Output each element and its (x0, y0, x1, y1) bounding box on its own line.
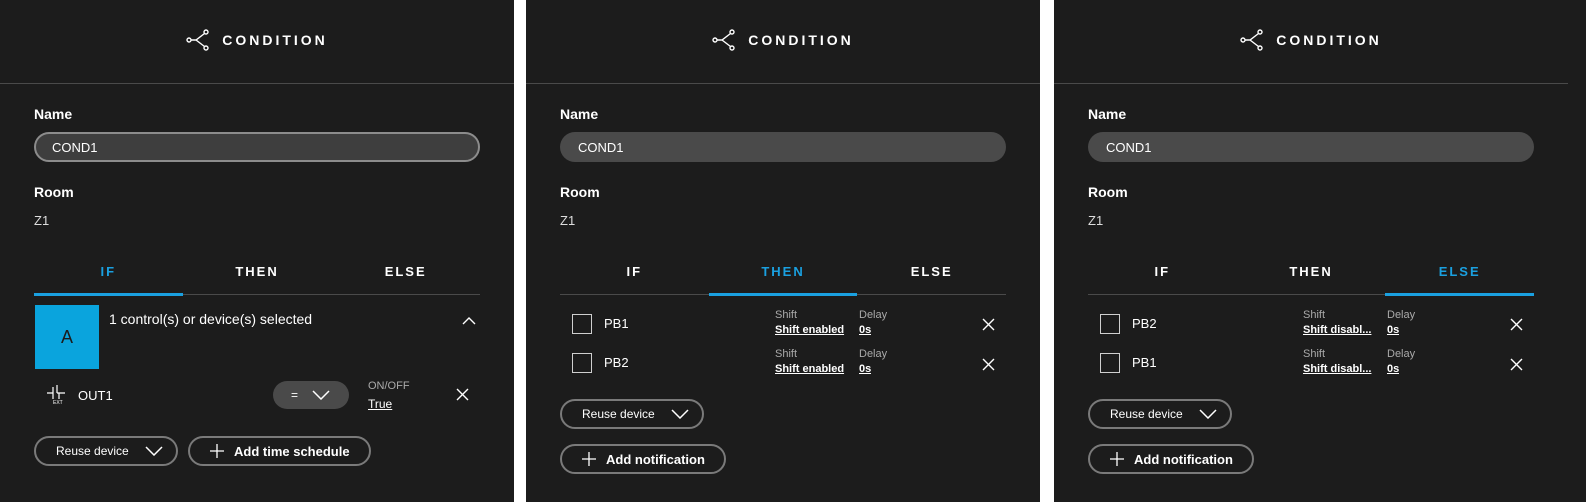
delay-label: Delay (1387, 348, 1416, 360)
row-checkbox[interactable] (572, 353, 592, 373)
shift-value-link[interactable]: Shift enabled (775, 363, 851, 375)
operator-value: = (291, 388, 299, 402)
tab-then[interactable]: THEN (1237, 260, 1386, 294)
shift-label: Shift (775, 309, 798, 321)
panel-title: CONDITION (748, 32, 854, 48)
reuse-device-button[interactable]: Reuse device (1088, 399, 1232, 429)
room-label: Room (34, 184, 74, 200)
room-value: Z1 (1088, 213, 1104, 228)
device-tile[interactable]: A (35, 305, 99, 369)
condition-branch-icon (1240, 29, 1263, 51)
room-value: Z1 (34, 213, 50, 228)
add-notification-button[interactable]: Add notification (560, 444, 726, 474)
shift-value-link[interactable]: Shift disabl... (1303, 363, 1373, 375)
condition-tabs: IF THEN ELSE (1088, 260, 1534, 296)
shift-label: Shift (1303, 348, 1326, 360)
row-device-name: PB1 (604, 316, 629, 331)
reuse-device-button[interactable]: Reuse device (34, 436, 178, 466)
delay-value-link[interactable]: 0s (1387, 363, 1399, 375)
room-label: Room (1088, 184, 1128, 200)
panel-title: CONDITION (1276, 32, 1382, 48)
chevron-down-icon (312, 390, 330, 400)
operator-select[interactable]: = (273, 381, 349, 409)
condition-branch-icon (712, 29, 735, 51)
name-label: Name (34, 106, 73, 122)
room-value: Z1 (560, 213, 576, 228)
row-device-name: PB2 (1132, 316, 1157, 331)
tab-else[interactable]: ELSE (857, 260, 1006, 294)
tab-else[interactable]: ELSE (331, 260, 480, 294)
shift-value-link[interactable]: Shift enabled (775, 324, 851, 336)
delay-label: Delay (1387, 309, 1416, 321)
delay-label: Delay (859, 309, 888, 321)
condition-tabs: IF THEN ELSE (34, 260, 480, 296)
output-device-icon: EXT (47, 385, 65, 405)
shift-value-link[interactable]: Shift disabl... (1303, 324, 1373, 336)
svg-text:EXT: EXT (53, 400, 63, 405)
condition-tabs: IF THEN ELSE (560, 260, 1006, 296)
add-notification-button[interactable]: Add notification (1088, 444, 1254, 474)
delay-value-link[interactable]: 0s (1387, 324, 1399, 336)
chevron-up-icon[interactable] (462, 316, 476, 326)
chevron-down-icon (145, 446, 163, 456)
panel-header: CONDITION (1054, 0, 1568, 84)
shift-label: Shift (775, 348, 798, 360)
delay-label: Delay (859, 348, 888, 360)
delay-value-link[interactable]: 0s (859, 363, 871, 375)
room-label: Room (560, 184, 600, 200)
row-device-name: PB1 (1132, 355, 1157, 370)
row-checkbox[interactable] (572, 314, 592, 334)
device-name: OUT1 (78, 388, 113, 403)
panel-title: CONDITION (222, 32, 328, 48)
selection-text: 1 control(s) or device(s) selected (109, 311, 313, 327)
condition-branch-icon (186, 29, 209, 51)
delay-value-link[interactable]: 0s (859, 324, 871, 336)
tab-then[interactable]: THEN (183, 260, 332, 294)
row-checkbox[interactable] (1100, 353, 1120, 373)
plus-icon (1110, 452, 1124, 466)
close-icon[interactable] (982, 358, 995, 371)
shift-label: Shift (1303, 309, 1326, 321)
condition-panel-else: CONDITION Name Room Z1 IF THEN ELSE PB2 … (1054, 0, 1586, 502)
condition-panel-if: CONDITION Name Room Z1 IF THEN ELSE A 1 … (0, 0, 514, 502)
plus-icon (582, 452, 596, 466)
condition-value-link[interactable]: True (368, 397, 392, 411)
name-label: Name (560, 106, 599, 122)
reuse-device-button[interactable]: Reuse device (560, 399, 704, 429)
panel-header: CONDITION (526, 0, 1040, 84)
name-input[interactable] (34, 132, 480, 162)
condition-panel-then: CONDITION Name Room Z1 IF THEN ELSE PB1 … (526, 0, 1040, 502)
name-label: Name (1088, 106, 1127, 122)
close-icon[interactable] (1510, 358, 1523, 371)
panel-header: CONDITION (0, 0, 514, 84)
close-icon[interactable] (1510, 318, 1523, 331)
close-icon[interactable] (982, 318, 995, 331)
chevron-down-icon (1199, 409, 1217, 419)
close-icon[interactable] (456, 388, 469, 401)
tab-else[interactable]: ELSE (1385, 260, 1534, 296)
add-time-schedule-button[interactable]: Add time schedule (188, 436, 371, 466)
tab-if[interactable]: IF (1088, 260, 1237, 294)
row-checkbox[interactable] (1100, 314, 1120, 334)
name-input[interactable] (1088, 132, 1534, 162)
tab-then[interactable]: THEN (708, 260, 858, 296)
tab-if[interactable]: IF (560, 260, 709, 294)
plus-icon (210, 444, 224, 458)
name-input[interactable] (560, 132, 1006, 162)
tab-if[interactable]: IF (34, 260, 183, 296)
chevron-down-icon (671, 409, 689, 419)
condition-label: ON/OFF (368, 380, 410, 392)
row-device-name: PB2 (604, 355, 629, 370)
